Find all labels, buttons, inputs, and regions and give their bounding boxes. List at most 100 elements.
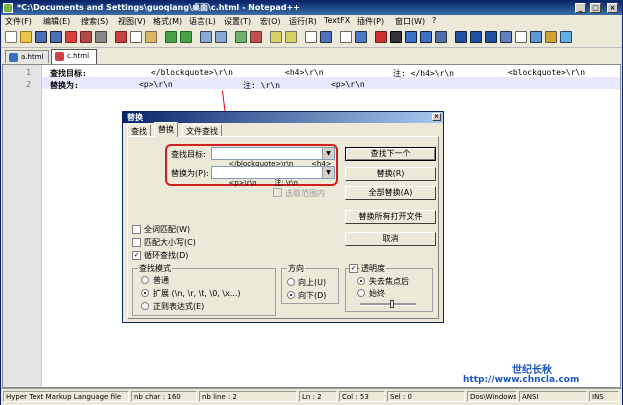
transparency-on-lose-focus-radio[interactable] xyxy=(357,277,365,285)
textfx-icon-5[interactable] xyxy=(515,31,527,43)
textfx-icon-4[interactable] xyxy=(500,31,512,43)
line2-segment: 注: \r\n xyxy=(243,81,280,90)
find-label: 查找目标: xyxy=(171,150,206,159)
whole-word-label: 全词匹配(W) xyxy=(144,225,191,234)
window-title: *C:\Documents and Settings\guoqiang\桌面\c… xyxy=(17,3,300,12)
status-language: Hyper Text Markup Language file xyxy=(3,391,129,402)
direction-up-label: 向上(U) xyxy=(298,278,327,287)
paste-icon[interactable] xyxy=(145,31,157,43)
run-macro-multiple-icon[interactable] xyxy=(420,31,432,43)
cut-icon[interactable] xyxy=(115,31,127,43)
match-case-label: 匹配大小写(C) xyxy=(144,238,196,247)
close-file-icon[interactable] xyxy=(65,31,77,43)
chevron-down-icon[interactable]: ▼ xyxy=(322,167,334,178)
record-macro-icon[interactable] xyxy=(375,31,387,43)
menu-settings[interactable]: 设置(T) xyxy=(224,16,251,27)
line1-label: 查找目标: xyxy=(50,69,87,78)
indent-guide-icon[interactable] xyxy=(340,31,352,43)
menu-language[interactable]: 语言(L) xyxy=(189,16,216,27)
play-macro-icon[interactable] xyxy=(405,31,417,43)
search-mode-title: 查找模式 xyxy=(138,263,172,274)
file-saved-icon xyxy=(9,53,18,62)
close-button[interactable]: × xyxy=(607,3,618,13)
open-file-icon[interactable] xyxy=(20,31,32,43)
find-icon[interactable] xyxy=(200,31,212,43)
chevron-down-icon[interactable]: ▼ xyxy=(322,148,334,159)
mode-extended-radio[interactable] xyxy=(141,289,149,297)
find-next-button[interactable]: 查找下一个 xyxy=(345,147,436,161)
close-all-icon[interactable] xyxy=(80,31,92,43)
save-all-icon[interactable] xyxy=(50,31,62,43)
line2-segment: <p>\r\n xyxy=(331,80,365,89)
mode-normal-radio[interactable] xyxy=(141,276,149,284)
replace-icon[interactable] xyxy=(215,31,227,43)
save-macro-icon[interactable] xyxy=(435,31,447,43)
minimize-button[interactable]: _ xyxy=(575,3,586,13)
menu-macro[interactable]: 宏(O) xyxy=(260,16,281,27)
whole-word-checkbox[interactable] xyxy=(132,225,141,234)
status-mode: INS xyxy=(589,391,619,402)
line-number: 2 xyxy=(26,80,31,89)
menu-run[interactable]: 运行(R) xyxy=(289,16,317,27)
menu-textfx[interactable]: TextFX xyxy=(324,16,350,25)
mode-normal-label: 普通 xyxy=(153,276,169,285)
menu-edit[interactable]: 编辑(E) xyxy=(43,16,70,27)
title-bar[interactable]: *C:\Documents and Settings\guoqiang\桌面\c… xyxy=(1,1,622,15)
textfx-icon-2[interactable] xyxy=(470,31,482,43)
tab-a-html[interactable]: a.html xyxy=(5,50,49,63)
in-selection-label: 选取范围内 xyxy=(285,189,325,198)
save-icon[interactable] xyxy=(35,31,47,43)
replace-label: 替换为(P): xyxy=(171,169,209,178)
find-input[interactable]: </blockquote>\r\n <h4> ▼ xyxy=(211,147,335,168)
udl-icon[interactable] xyxy=(355,31,367,43)
menu-window[interactable]: 窗口(W) xyxy=(395,16,425,27)
show-all-chars-icon[interactable] xyxy=(320,31,332,43)
dialog-title: 替换 xyxy=(127,113,143,122)
menu-file[interactable]: 文件(F) xyxy=(5,16,32,27)
menu-format[interactable]: 格式(M) xyxy=(153,16,182,27)
mode-regex-label: 正则表达式(E) xyxy=(153,302,205,311)
menu-view[interactable]: 视图(V) xyxy=(118,16,146,27)
textfx-icon-3[interactable] xyxy=(485,31,497,43)
wrap-around-checkbox[interactable]: ✓ xyxy=(132,251,141,260)
menu-search[interactable]: 搜索(S) xyxy=(81,16,108,27)
replace-all-button[interactable]: 全部替换(A) xyxy=(345,186,436,200)
textfx-icon-1[interactable] xyxy=(455,31,467,43)
menu-plugins[interactable]: 插件(P) xyxy=(357,16,384,27)
spellcheck-icon[interactable] xyxy=(560,31,572,43)
copy-icon[interactable] xyxy=(130,31,142,43)
transparency-slider-thumb[interactable] xyxy=(390,300,394,308)
menu-help[interactable]: ? xyxy=(432,16,436,25)
replace-button[interactable]: 替换(R) xyxy=(345,167,436,181)
in-selection-checkbox[interactable] xyxy=(273,188,282,197)
replace-all-open-button[interactable]: 替换所有打开文件 xyxy=(345,210,436,224)
stop-macro-icon[interactable] xyxy=(390,31,402,43)
maximize-button[interactable]: □ xyxy=(590,3,601,13)
menu-bar: 文件(F) 编辑(E) 搜索(S) 视图(V) 格式(M) 语言(L) 设置(T… xyxy=(1,15,622,28)
mode-regex-radio[interactable] xyxy=(141,302,149,310)
new-file-icon[interactable] xyxy=(5,31,17,43)
cancel-button[interactable]: 取消 xyxy=(345,232,436,246)
word-wrap-icon[interactable] xyxy=(305,31,317,43)
zoom-out-icon[interactable] xyxy=(250,31,262,43)
transparency-always-radio[interactable] xyxy=(357,289,365,297)
sync-vertical-icon[interactable] xyxy=(270,31,282,43)
textfx-icon-6[interactable] xyxy=(530,31,542,43)
redo-icon[interactable] xyxy=(180,31,192,43)
replace-input[interactable]: <p>\r\n 注: \r\n ▼ xyxy=(211,166,335,187)
tab-replace[interactable]: 替换 xyxy=(154,122,178,137)
undo-icon[interactable] xyxy=(165,31,177,43)
sync-horizontal-icon[interactable] xyxy=(285,31,297,43)
app-icon xyxy=(3,3,13,13)
dialog-close-button[interactable]: × xyxy=(432,113,441,121)
match-case-checkbox[interactable] xyxy=(132,238,141,247)
replace-dialog: 替换 × 查找 替换 文件查找 查找目标: </blockquote>\r\n … xyxy=(122,111,444,323)
status-bar: Hyper Text Markup Language file nb char … xyxy=(1,388,622,405)
tab-c-html[interactable]: c.html xyxy=(51,49,97,64)
direction-down-radio[interactable] xyxy=(287,291,295,299)
direction-up-radio[interactable] xyxy=(287,278,295,286)
textfx-icon-7[interactable] xyxy=(545,31,557,43)
print-icon[interactable] xyxy=(95,31,107,43)
zoom-in-icon[interactable] xyxy=(235,31,247,43)
transparency-checkbox[interactable]: ✓ xyxy=(349,264,358,273)
